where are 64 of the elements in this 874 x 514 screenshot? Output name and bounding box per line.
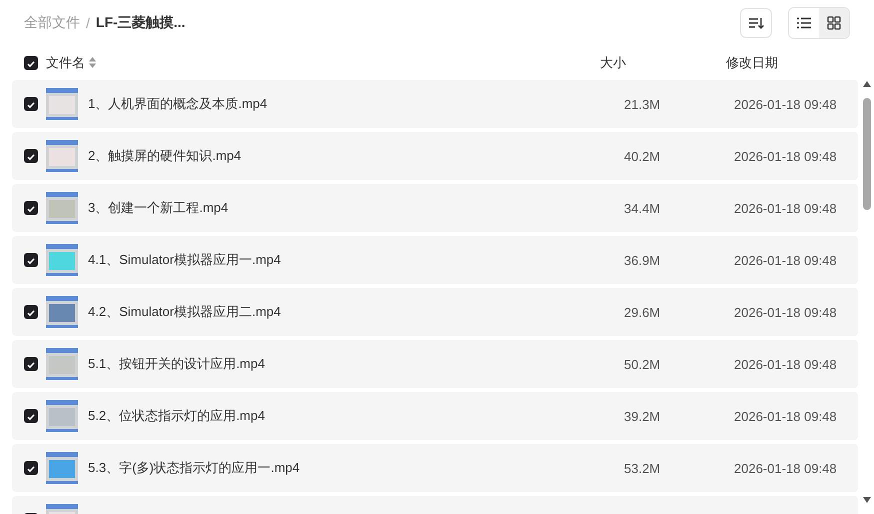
current-folder[interactable]: LF-三菱触摸... — [96, 14, 186, 32]
file-name[interactable]: 5.1、按钮开关的设计应用.mp4 — [88, 355, 624, 373]
file-name[interactable]: 1、人机界面的概念及本质.mp4 — [88, 95, 624, 113]
modified-date: 2026-01-18 09:48 — [734, 148, 838, 164]
video-thumbnail — [46, 88, 78, 120]
file-size: 40.2M — [624, 148, 662, 164]
file-size: 21.3M — [624, 96, 662, 112]
video-thumbnail — [46, 296, 78, 328]
checkbox[interactable] — [24, 253, 38, 267]
checkbox[interactable] — [24, 149, 38, 163]
file-size: 50.2M — [624, 356, 662, 372]
video-thumbnail — [46, 348, 78, 380]
column-header[interactable]: 大小 — [600, 54, 726, 72]
list-icon — [797, 17, 811, 29]
file-row[interactable]: 5.3、字(多)状态指示灯的应用一.mp4 53.2M 2026-01-18 09:48 — [12, 444, 858, 492]
video-thumbnail — [46, 244, 78, 276]
modified-date: 2026-01-18 09:48 — [734, 460, 838, 476]
video-thumbnail — [46, 140, 78, 172]
checkbox[interactable] — [24, 461, 38, 475]
breadcrumb-separator: / — [86, 15, 90, 31]
checkbox[interactable] — [24, 357, 38, 371]
file-row[interactable]: 5.1、按钮开关的设计应用.mp4 50.2M 2026-01-18 09:48 — [12, 340, 858, 388]
grid-view-button[interactable] — [819, 8, 849, 38]
file-row[interactable]: 1、人机界面的概念及本质.mp4 21.3M 2026-01-18 09:48 — [12, 80, 858, 128]
scroll-down-icon[interactable] — [862, 496, 872, 504]
file-size: 39.2M — [624, 408, 662, 424]
video-thumbnail — [46, 192, 78, 224]
checkbox[interactable] — [24, 305, 38, 319]
modified-date: 2026-01-18 09:48 — [734, 408, 838, 424]
modified-date: 2026-01-18 09:48 — [734, 356, 838, 372]
file-name[interactable]: 4.1、Simulator模拟器应用一.mp4 — [88, 251, 624, 269]
sort-icon — [748, 16, 764, 30]
modified-date: 2026-01-18 09:48 — [734, 96, 838, 112]
file-size: 29.6M — [624, 304, 662, 320]
file-row[interactable]: 3、创建一个新工程.mp4 34.4M 2026-01-18 09:48 — [12, 184, 858, 232]
file-name[interactable]: 5.2、位状态指示灯的应用.mp4 — [88, 407, 624, 425]
sort-button[interactable] — [740, 8, 772, 38]
file-row[interactable]: 4.1、Simulator模拟器应用一.mp4 36.9M 2026-01-18 09:48 — [12, 236, 858, 284]
modified-date: 2026-01-18 09:48 — [734, 252, 838, 268]
grid-icon — [827, 16, 841, 30]
file-row[interactable]: 5.2、位状态指示灯的应用.mp4 39.2M 2026-01-18 09:48 — [12, 392, 858, 440]
modified-date: 2026-01-18 09:48 — [734, 200, 838, 216]
column-header[interactable]: 修改日期 — [726, 54, 850, 72]
video-thumbnail — [46, 400, 78, 432]
modified-date: 2026-01-18 09:48 — [734, 304, 838, 320]
select-all-checkbox[interactable] — [24, 56, 38, 70]
file-name[interactable]: 5.3、字(多)状态指示灯的应用一.mp4 — [88, 459, 624, 477]
file-row[interactable]: 2、触摸屏的硬件知识.mp4 40.2M 2026-01-18 09:48 — [12, 132, 858, 180]
scroll-up-icon[interactable] — [862, 80, 872, 88]
file-size: 34.4M — [624, 200, 662, 216]
file-name[interactable]: 3、创建一个新工程.mp4 — [88, 199, 624, 217]
checkbox[interactable] — [24, 97, 38, 111]
sort-arrows-icon[interactable] — [89, 56, 96, 68]
column-header[interactable]: 文件名 — [46, 54, 85, 72]
checkbox[interactable] — [24, 201, 38, 215]
scrollbar[interactable] — [860, 80, 874, 504]
file-name[interactable]: 4.2、Simulator模拟器应用二.mp4 — [88, 303, 624, 321]
scrollbar-thumb[interactable] — [863, 98, 871, 210]
checkbox[interactable] — [24, 409, 38, 423]
file-name[interactable]: 2、触摸屏的硬件知识.mp4 — [88, 147, 624, 165]
video-thumbnail — [46, 452, 78, 484]
file-size: 53.2M — [624, 460, 662, 476]
file-size: 36.9M — [624, 252, 662, 268]
file-row[interactable]: 4.2、Simulator模拟器应用二.mp4 29.6M 2026-01-18 09:48 — [12, 288, 858, 336]
